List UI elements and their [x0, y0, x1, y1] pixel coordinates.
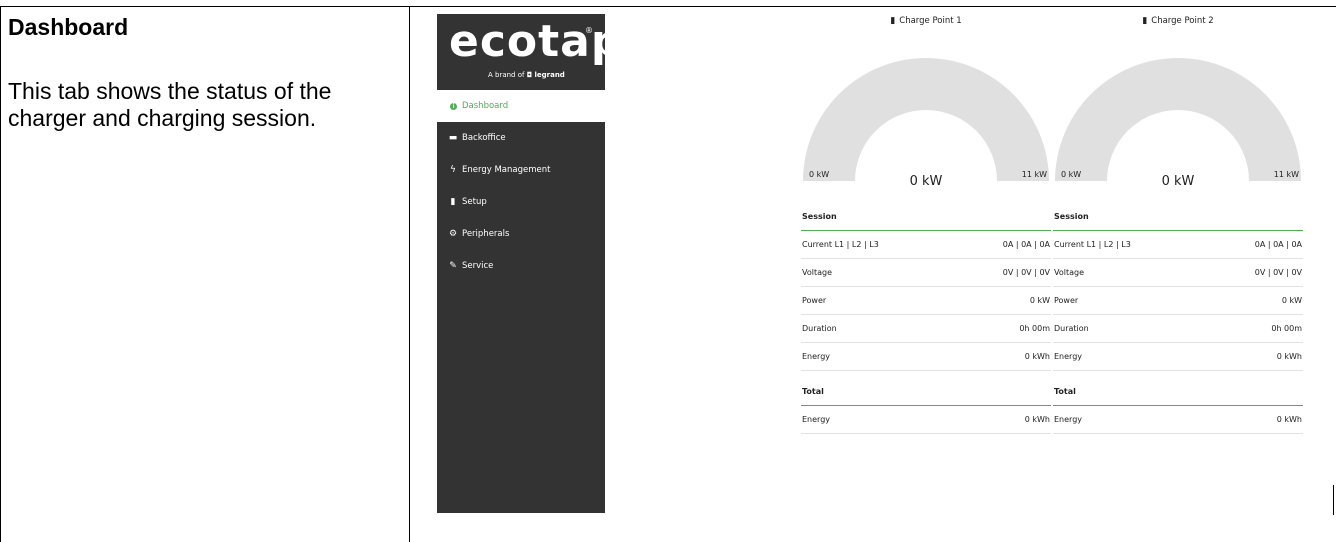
row-value: 0 kW: [1281, 296, 1302, 305]
total-heading: Total: [1053, 379, 1303, 406]
sidebar-item-dashboard[interactable]: i Dashboard: [437, 90, 605, 122]
session-table: Session Current L1 | L2 | L3 0A | 0A | 0A…: [801, 204, 1051, 434]
gauge-value: 0 kW: [1161, 174, 1195, 189]
table-row: Energy 0 kWh: [801, 406, 1051, 434]
session-heading: Session: [1053, 204, 1303, 231]
sidebar-item-peripherals[interactable]: ⚙ Peripherals: [437, 218, 605, 250]
power-gauge: [801, 28, 1051, 181]
row-value: 0V | 0V | 0V: [1002, 268, 1050, 277]
row-label: Energy: [1054, 352, 1083, 361]
row-label: Energy: [802, 415, 831, 424]
sidebar-item-label: Energy Management: [462, 165, 551, 175]
charge-point-title: ▮ Charge Point 2: [1142, 16, 1214, 26]
sidebar-item-label: Backoffice: [462, 133, 506, 143]
logo-wordmark: ecotap: [449, 16, 624, 67]
row-value: 0V | 0V | 0V: [1254, 268, 1302, 277]
charge-point-1-panel: ▮ Charge Point 1 0 kW 0 kW 11 kW Session …: [801, 14, 1051, 434]
row-value: 0h 00m: [1271, 324, 1302, 333]
row-label: Energy: [802, 352, 831, 361]
gauge-arc: [803, 58, 1049, 181]
sidebar-item-setup[interactable]: ▮ Setup: [437, 186, 605, 218]
row-value: 0h 00m: [1019, 324, 1050, 333]
row-value: 0 kWh: [1276, 415, 1302, 424]
table-border-right: [1333, 485, 1334, 515]
table-row: Duration 0h 00m: [801, 315, 1051, 343]
gauge-max-label: 11 kW: [1021, 170, 1047, 179]
table-row: Current L1 | L2 | L3 0A | 0A | 0A: [801, 231, 1051, 259]
row-value: 0 kWh: [1276, 352, 1302, 361]
sidebar-item-energy-management[interactable]: ϟ Energy Management: [437, 154, 605, 186]
table-row: Voltage 0V | 0V | 0V: [1053, 259, 1303, 287]
row-label: Energy: [1054, 415, 1083, 424]
charge-point-title: ▮ Charge Point 1: [890, 16, 962, 26]
bolt-icon: ϟ: [450, 165, 456, 175]
charge-station-icon: ▮: [1142, 16, 1148, 26]
table-row: Duration 0h 00m: [1053, 315, 1303, 343]
cogs-icon: ⚙: [448, 229, 458, 239]
row-label: Voltage: [1054, 268, 1085, 277]
row-label: Power: [1054, 296, 1079, 305]
power-gauge: [1053, 28, 1303, 181]
gauge-arc: [1055, 58, 1301, 181]
row-value: 0 kWh: [1024, 415, 1050, 424]
sidebar-item-label: Service: [462, 261, 494, 271]
registered-mark: ®: [585, 26, 593, 35]
row-label: Duration: [1054, 324, 1089, 333]
session-table: Session Current L1 | L2 | L3 0A | 0A | 0A…: [1053, 204, 1303, 434]
table-row: Energy 0 kWh: [801, 343, 1051, 371]
sidebar-item-service[interactable]: ✎ Service: [437, 250, 605, 282]
doc-heading: Dashboard: [8, 14, 129, 40]
sidebar-item-label: Peripherals: [462, 229, 510, 239]
charge-station-icon: ▮: [890, 16, 896, 26]
table-row: Current L1 | L2 | L3 0A | 0A | 0A: [1053, 231, 1303, 259]
row-label: Current L1 | L2 | L3: [1054, 240, 1131, 249]
row-value: 0 kW: [1029, 296, 1050, 305]
ecotap-logo: ecotap ® A brand of ◘ legrand: [437, 14, 622, 90]
table-border-top: [0, 6, 1336, 7]
charge-station-icon: ▮: [450, 197, 456, 207]
row-value: 0A | 0A | 0A: [1254, 240, 1302, 249]
logo-tagline: A brand of ◘ legrand: [488, 71, 565, 79]
sidebar-item-label: Setup: [462, 197, 487, 207]
app-sidebar: ecotap ® A brand of ◘ legrand i Dashboar…: [437, 14, 622, 513]
table-row: Energy 0 kWh: [1053, 343, 1303, 371]
sidebar-item-backoffice[interactable]: ▬ Backoffice: [437, 122, 605, 154]
row-label: Power: [802, 296, 827, 305]
row-value: 0 kWh: [1024, 352, 1050, 361]
table-row: Voltage 0V | 0V | 0V: [801, 259, 1051, 287]
table-column-divider: [409, 6, 410, 542]
table-row: Power 0 kW: [801, 287, 1051, 315]
table-border-left: [0, 6, 1, 542]
gauge-max-label: 11 kW: [1273, 170, 1299, 179]
doc-description: This tab shows the status of the charger…: [8, 78, 332, 131]
table-row: Power 0 kW: [1053, 287, 1303, 315]
row-value: 0A | 0A | 0A: [1002, 240, 1050, 249]
sidebar-item-label: Dashboard: [462, 101, 509, 111]
table-row: Energy 0 kWh: [1053, 406, 1303, 434]
row-label: Duration: [802, 324, 837, 333]
row-label: Voltage: [802, 268, 833, 277]
info-circle-icon: i: [450, 102, 457, 110]
wrench-icon: ✎: [449, 261, 457, 271]
row-label: Current L1 | L2 | L3: [802, 240, 879, 249]
briefcase-icon: ▬: [448, 133, 458, 143]
gauge-value: 0 kW: [909, 174, 943, 189]
total-heading: Total: [801, 379, 1051, 406]
charge-point-2-panel: ▮ Charge Point 2 0 kW 0 kW 11 kW Session …: [1053, 14, 1303, 434]
session-heading: Session: [801, 204, 1051, 231]
